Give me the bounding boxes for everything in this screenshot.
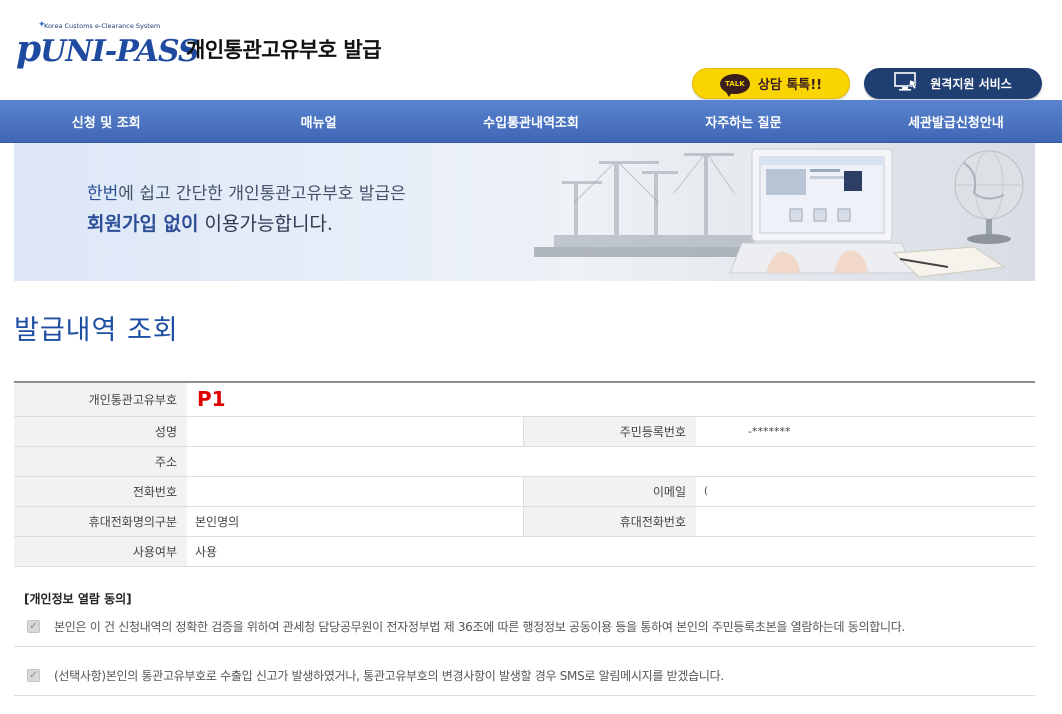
nav-item-faq[interactable]: 자주하는 질문 [637,100,849,142]
rrn-label: 주민등록번호 [522,416,696,447]
phone-value [187,476,523,507]
banner-line2: 회원가입 없이 이용가능합니다. [87,213,333,235]
consent-title: [개인정보 열람 동의] [24,592,132,606]
issuance-info-table: 개인통관고유부호 P1 성명 주민등록번호 -******* 주소 전화번호 이… [14,381,1035,567]
mobile-owner-value: 본인명의 [187,506,523,537]
monitor-icon [894,71,920,96]
rrn-value: -******* [696,416,1035,447]
customs-code-cell: P1 [187,382,1035,417]
consent-sms-checkbox[interactable]: ✓ [27,669,40,682]
customs-code-label: 개인통관고유부호 [14,382,187,417]
banner-line1: 한번에 쉽고 간단한 개인통관고유부호 발급은 [87,184,406,204]
consent-rrn-text: 본인은 이 건 신청내역의 정확한 검증을 위하여 관세청 담당공무원이 전자정… [54,620,906,634]
table-row: 전화번호 이메일 ( [14,476,1035,507]
nav-item-import-history[interactable]: 수입통관내역조회 [425,100,637,142]
logo-wordmark: pUNI-PASS [16,28,200,70]
table-row: 개인통관고유부호 P1 [14,382,1035,417]
table-row: 성명 주민등록번호 -******* [14,416,1035,447]
talk-icon: TALK [719,73,750,97]
header: ✦ Korea Customs e-Clearance System pUNI-… [0,0,1062,100]
mobile-label: 휴대전화번호 [522,506,696,537]
consent-row-sms: ✓ (선택사항)본인의 통관고유부호로 수출입 신고가 발생하였거나, 통관고유… [14,656,1035,696]
nav-item-customs-guide[interactable]: 세관발급신청안내 [850,100,1062,142]
address-label: 주소 [14,446,187,477]
site-title: 개인통관고유부호 발급 [186,38,382,62]
email-label: 이메일 [522,476,696,507]
nav-item-apply-inquiry[interactable]: 신청 및 조회 [0,100,212,142]
mobile-value [696,506,1035,537]
table-row: 주소 [14,446,1035,477]
remote-support-label: 원격지원 서비스 [930,77,1012,91]
unipass-logo[interactable]: ✦ Korea Customs e-Clearance System pUNI-… [16,20,200,74]
talk-consult-button[interactable]: TALK 상담 톡톡!! [692,68,850,99]
usage-value: 사용 [187,536,1035,567]
table-row: 사용여부 사용 [14,536,1035,567]
consent-sms-text: (선택사항)본인의 통관고유부호로 수출입 신고가 발생하였거나, 통관고유부호… [54,669,724,683]
phone-label: 전화번호 [14,476,187,507]
address-value [187,446,1035,477]
table-row: 휴대전화명의구분 본인명의 휴대전화번호 [14,506,1035,537]
nav-item-manual[interactable]: 매뉴얼 [212,100,424,142]
name-label: 성명 [14,416,187,447]
usage-label: 사용여부 [14,536,187,567]
main-nav: 신청 및 조회 매뉴얼 수입통관내역조회 자주하는 질문 세관발급신청안내 [0,100,1062,143]
email-value: ( [696,476,1035,507]
promo-banner: 한번에 쉽고 간단한 개인통관고유부호 발급은 회원가입 없이 이용가능합니다. [14,143,1035,281]
customs-code-value: P1 [197,387,226,412]
talk-consult-label: 상담 톡톡!! [757,78,823,93]
remote-support-button[interactable]: 원격지원 서비스 [864,68,1042,99]
name-value [187,416,523,447]
consent-row-rrn: ✓ 본인은 이 건 신청내역의 정확한 검증을 위하여 관세청 담당공무원이 전… [14,607,1035,647]
page-title: 발급내역 조회 [14,315,179,346]
consent-rrn-checkbox[interactable]: ✓ [27,620,40,633]
mobile-owner-label: 휴대전화명의구분 [14,506,187,537]
